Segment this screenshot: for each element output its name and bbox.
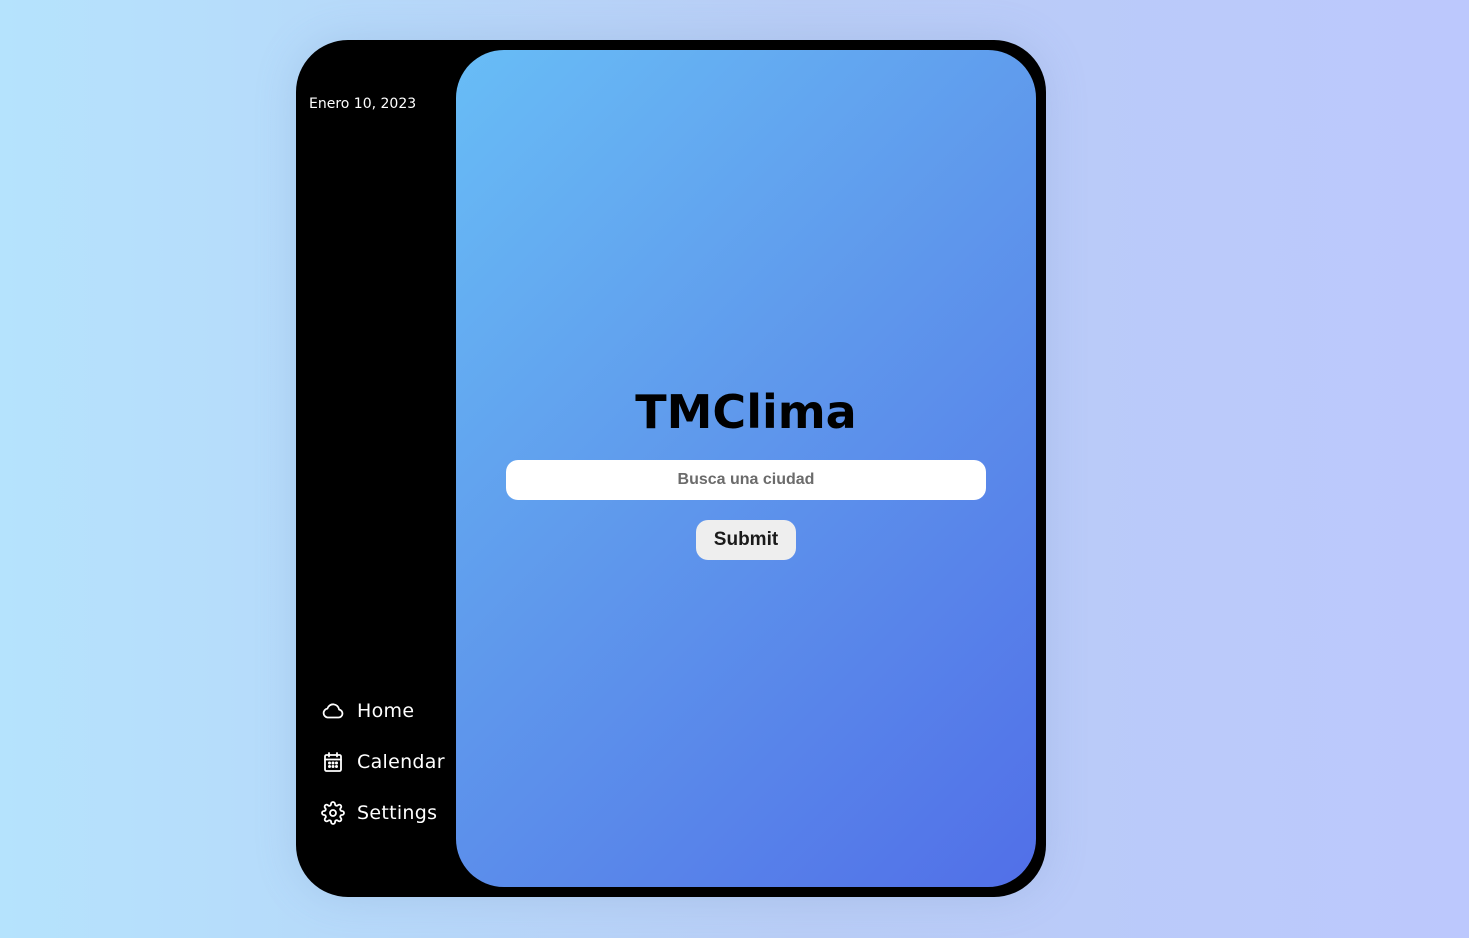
main-panel: TMClima Submit — [456, 50, 1036, 887]
sidebar-item-label: Calendar — [357, 751, 445, 773]
cloud-icon — [321, 699, 345, 723]
sidebar-item-label: Settings — [357, 802, 438, 824]
sidebar-item-calendar[interactable]: Calendar — [321, 747, 461, 777]
app-frame: Enero 10, 2023 Home Calendar Settings TM… — [296, 40, 1046, 897]
current-date: Enero 10, 2023 — [309, 96, 417, 112]
sidebar-nav: Home Calendar Settings — [321, 696, 461, 849]
page-title: TMClima — [635, 385, 857, 439]
sidebar-item-home[interactable]: Home — [321, 696, 461, 726]
submit-button[interactable]: Submit — [696, 520, 796, 560]
sidebar-item-label: Home — [357, 700, 415, 722]
calendar-icon — [321, 750, 345, 774]
sidebar-item-settings[interactable]: Settings — [321, 798, 461, 828]
gear-icon — [321, 801, 345, 825]
search-input[interactable] — [506, 460, 986, 500]
